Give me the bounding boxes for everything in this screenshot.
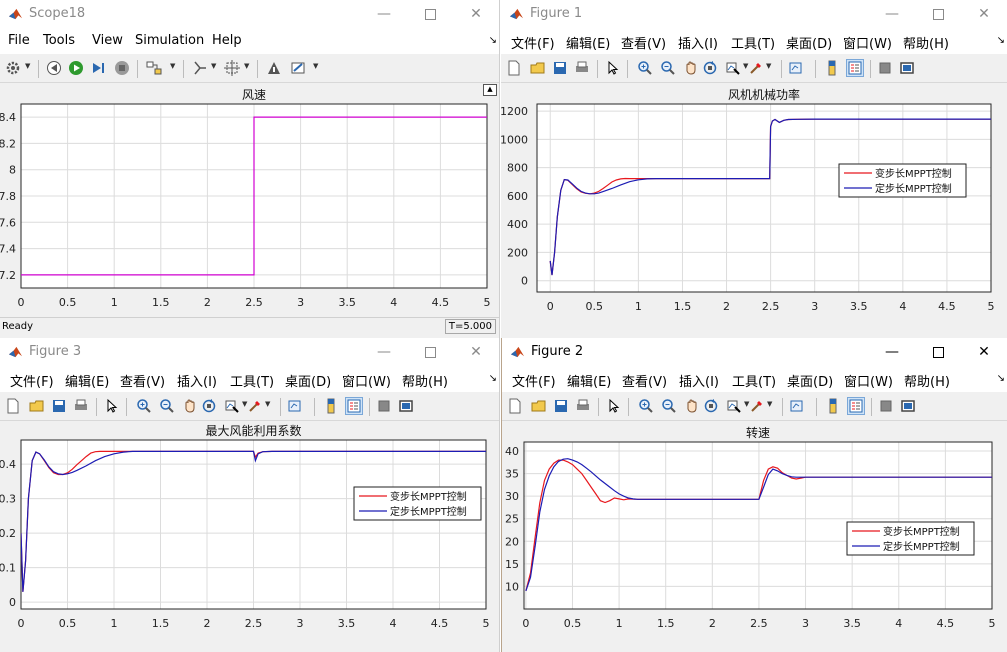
y-tick-label: 0 — [521, 275, 528, 288]
x-tick-label: 3 — [811, 300, 818, 313]
chart-title: 转速 — [746, 425, 770, 440]
x-tick-label: 3 — [802, 617, 809, 630]
legend-label: 定步长MPPT控制 — [875, 182, 952, 195]
x-tick-label: 4 — [390, 296, 397, 309]
y-tick-label: 7.6 — [0, 216, 16, 229]
y-tick-label: 800 — [507, 162, 528, 175]
y-tick-label: 600 — [507, 190, 528, 203]
y-tick-label: 0.2 — [0, 527, 16, 540]
x-tick-label: 1 — [111, 296, 118, 309]
x-tick-label: 0.5 — [59, 617, 77, 630]
y-tick-label: 35 — [505, 468, 519, 481]
x-tick-label: 2.5 — [245, 296, 263, 309]
figure2-window: Figure 2 — ✕ 文件(F) 编辑(E) 查看(V) 插入(I) 工具(T) 桌面… — [501, 338, 1007, 652]
x-tick-label: 3.5 — [338, 296, 356, 309]
y-tick-label: 40 — [505, 445, 519, 458]
legend[interactable]: 变步长MPPT控制定步长MPPT控制 — [838, 163, 967, 198]
figure1-window: Figure 1 — ✕ 文件(F) 编辑(E) 查看(V) 插入(I) 工具(T) 桌面… — [501, 0, 1007, 338]
legend[interactable]: 变步长MPPT控制定步长MPPT控制 — [846, 521, 975, 556]
x-tick-label: 4.5 — [938, 300, 956, 313]
scope-statusbar: Ready T=5.000 — [0, 317, 499, 338]
x-tick-label: 2.5 — [762, 300, 780, 313]
x-tick-label: 0.5 — [586, 300, 604, 313]
x-tick-label: 2 — [709, 617, 716, 630]
x-tick-label: 2.5 — [750, 617, 768, 630]
y-tick-label: 8 — [9, 164, 16, 177]
y-tick-label: 7.2 — [0, 269, 16, 282]
y-tick-label: 0.4 — [0, 458, 16, 471]
x-tick-label: 3.5 — [338, 617, 356, 630]
x-tick-label: 5 — [988, 300, 995, 313]
sim-time-readout: T=5.000 — [444, 319, 496, 334]
y-tick-label: 1000 — [501, 133, 528, 146]
legend-label: 变步长MPPT控制 — [883, 525, 960, 538]
x-tick-label: 4.5 — [432, 296, 450, 309]
x-tick-label: 1 — [635, 300, 642, 313]
x-tick-label: 1 — [111, 617, 118, 630]
legend-label: 定步长MPPT控制 — [883, 540, 960, 553]
x-tick-label: 3 — [297, 617, 304, 630]
y-tick-label: 0.1 — [0, 562, 16, 575]
plot-area — [537, 104, 991, 292]
x-tick-label: 4 — [899, 300, 906, 313]
x-tick-label: 5 — [989, 617, 996, 630]
y-tick-label: 30 — [505, 490, 519, 503]
scope-plot: 0 0.5 1 1.5 2 2.5 3 3.5 4 4.5 5 7.2 7.4 7.6 7.8 8 8.2 8.4… — [0, 88, 491, 309]
x-tick-label: 5 — [484, 296, 491, 309]
x-tick-label: 4.5 — [937, 617, 955, 630]
x-tick-label: 4 — [895, 617, 902, 630]
x-tick-label: 3.5 — [850, 300, 868, 313]
x-tick-label: 0 — [522, 617, 529, 630]
x-tick-label: 1.5 — [152, 296, 170, 309]
y-tick-label: 8.2 — [0, 137, 16, 150]
y-tick-label: 400 — [507, 218, 528, 231]
y-tick-label: 7.8 — [0, 190, 16, 203]
figure3-plot: 0 0.5 1 1.5 2 2.5 3 3.5 4 4.5 5 0 0.1 0.2 0.3 0.4 最大风能利用… — [0, 423, 490, 630]
x-tick-label: 0 — [547, 300, 554, 313]
x-tick-label: 0 — [18, 296, 25, 309]
legend[interactable]: 变步长MPPT控制定步长MPPT控制 — [353, 486, 482, 521]
figure1-plot: 0 0.5 1 1.5 2 2.5 3 3.5 4 4.5 5 0 200 400 600 800 1000 12… — [501, 87, 995, 313]
chart-title: 风速 — [242, 88, 266, 102]
legend-label: 变步长MPPT控制 — [875, 167, 952, 180]
y-tick-label: 1200 — [501, 105, 528, 118]
x-tick-label: 2 — [723, 300, 730, 313]
figure3-window: Figure 3 — ✕ 文件(F) 编辑(E) 查看(V) 插入(I) 工具(T) 桌面… — [0, 338, 500, 652]
scope-window: Scope18 — ✕ File Tools View Simulation H… — [0, 0, 500, 338]
x-tick-label: 2 — [204, 296, 211, 309]
x-tick-label: 3.5 — [843, 617, 861, 630]
y-tick-label: 0 — [9, 596, 16, 609]
x-tick-label: 0.5 — [564, 617, 582, 630]
x-tick-label: 1.5 — [674, 300, 692, 313]
x-tick-label: 5 — [483, 617, 490, 630]
legend-label: 变步长MPPT控制 — [390, 490, 467, 503]
chart-title: 风机机械功率 — [728, 87, 800, 102]
x-tick-label: 0.5 — [59, 296, 77, 309]
y-tick-label: 15 — [505, 558, 519, 571]
x-tick-label: 2 — [204, 617, 211, 630]
x-tick-label: 1.5 — [152, 617, 170, 630]
x-tick-label: 2.5 — [245, 617, 263, 630]
figure2-plot: 0 0.5 1 1.5 2 2.5 3 3.5 4 4.5 5 10 15 20 25 30 35 40 转速变步长… — [505, 425, 996, 630]
x-tick-label: 1 — [616, 617, 623, 630]
y-tick-label: 0.3 — [0, 493, 16, 506]
x-tick-label: 4.5 — [431, 617, 449, 630]
status-text: Ready — [2, 321, 34, 332]
y-tick-label: 7.4 — [0, 243, 16, 256]
x-tick-label: 0 — [18, 617, 25, 630]
x-tick-label: 3 — [297, 296, 304, 309]
x-tick-label: 4 — [390, 617, 397, 630]
y-tick-label: 20 — [505, 535, 519, 548]
chart-title: 最大风能利用系数 — [205, 423, 301, 438]
y-tick-label: 8.4 — [0, 111, 16, 124]
x-tick-label: 1.5 — [657, 617, 675, 630]
y-tick-label: 10 — [505, 580, 519, 593]
y-tick-label: 200 — [507, 246, 528, 259]
legend-label: 定步长MPPT控制 — [390, 505, 467, 518]
y-tick-label: 25 — [505, 513, 519, 526]
